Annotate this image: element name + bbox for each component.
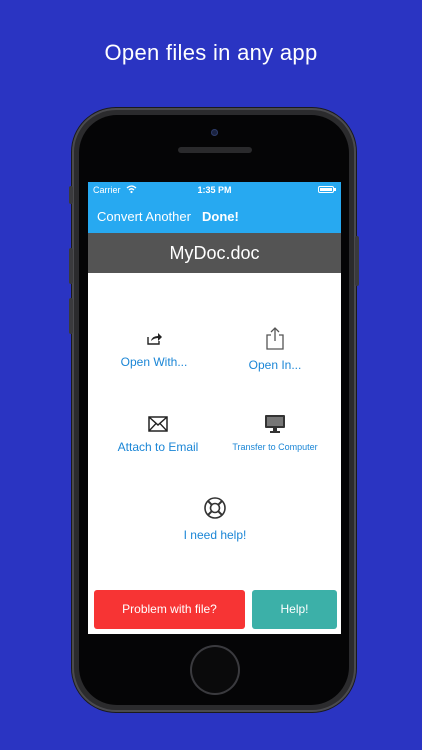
volume-up-button — [69, 248, 73, 284]
home-button[interactable] — [190, 645, 240, 695]
open-in-label: Open In... — [248, 358, 302, 372]
mail-icon — [148, 416, 168, 432]
need-help-label: I need help! — [183, 528, 247, 542]
transfer-computer-action[interactable]: Transfer to Computer — [225, 414, 325, 452]
open-with-action[interactable]: Open With... — [106, 331, 202, 369]
app-screen: Carrier 1:35 PM Convert Another Done! My… — [88, 182, 341, 634]
file-title: MyDoc.doc — [88, 233, 341, 273]
open-with-label: Open With... — [120, 355, 188, 369]
transfer-computer-label: Transfer to Computer — [232, 442, 318, 452]
nav-bar: Convert Another Done! — [88, 198, 341, 233]
battery-icon — [318, 186, 334, 193]
monitor-icon — [265, 415, 285, 433]
convert-another-button[interactable]: Convert Another — [97, 209, 191, 224]
volume-down-button — [69, 298, 73, 334]
speaker-grille — [178, 147, 252, 153]
share-box-icon — [266, 327, 284, 350]
need-help-action[interactable]: I need help! — [168, 496, 262, 542]
help-button[interactable]: Help! — [252, 590, 337, 629]
status-bar: Carrier 1:35 PM — [88, 182, 341, 198]
attach-email-action[interactable]: Attach to Email — [106, 416, 210, 454]
lifebuoy-icon — [204, 497, 226, 519]
share-arrow-icon — [147, 333, 162, 345]
camera-icon — [211, 129, 218, 136]
done-button[interactable]: Done! — [202, 209, 239, 224]
attach-email-label: Attach to Email — [117, 440, 199, 454]
problem-with-file-button[interactable]: Problem with file? — [94, 590, 245, 629]
battery-tip — [334, 188, 336, 191]
status-time: 1:35 PM — [197, 185, 232, 195]
power-button — [355, 236, 359, 286]
silent-switch — [69, 186, 73, 204]
open-in-action[interactable]: Open In... — [228, 326, 322, 372]
headline: Open files in any app — [104, 40, 318, 65]
